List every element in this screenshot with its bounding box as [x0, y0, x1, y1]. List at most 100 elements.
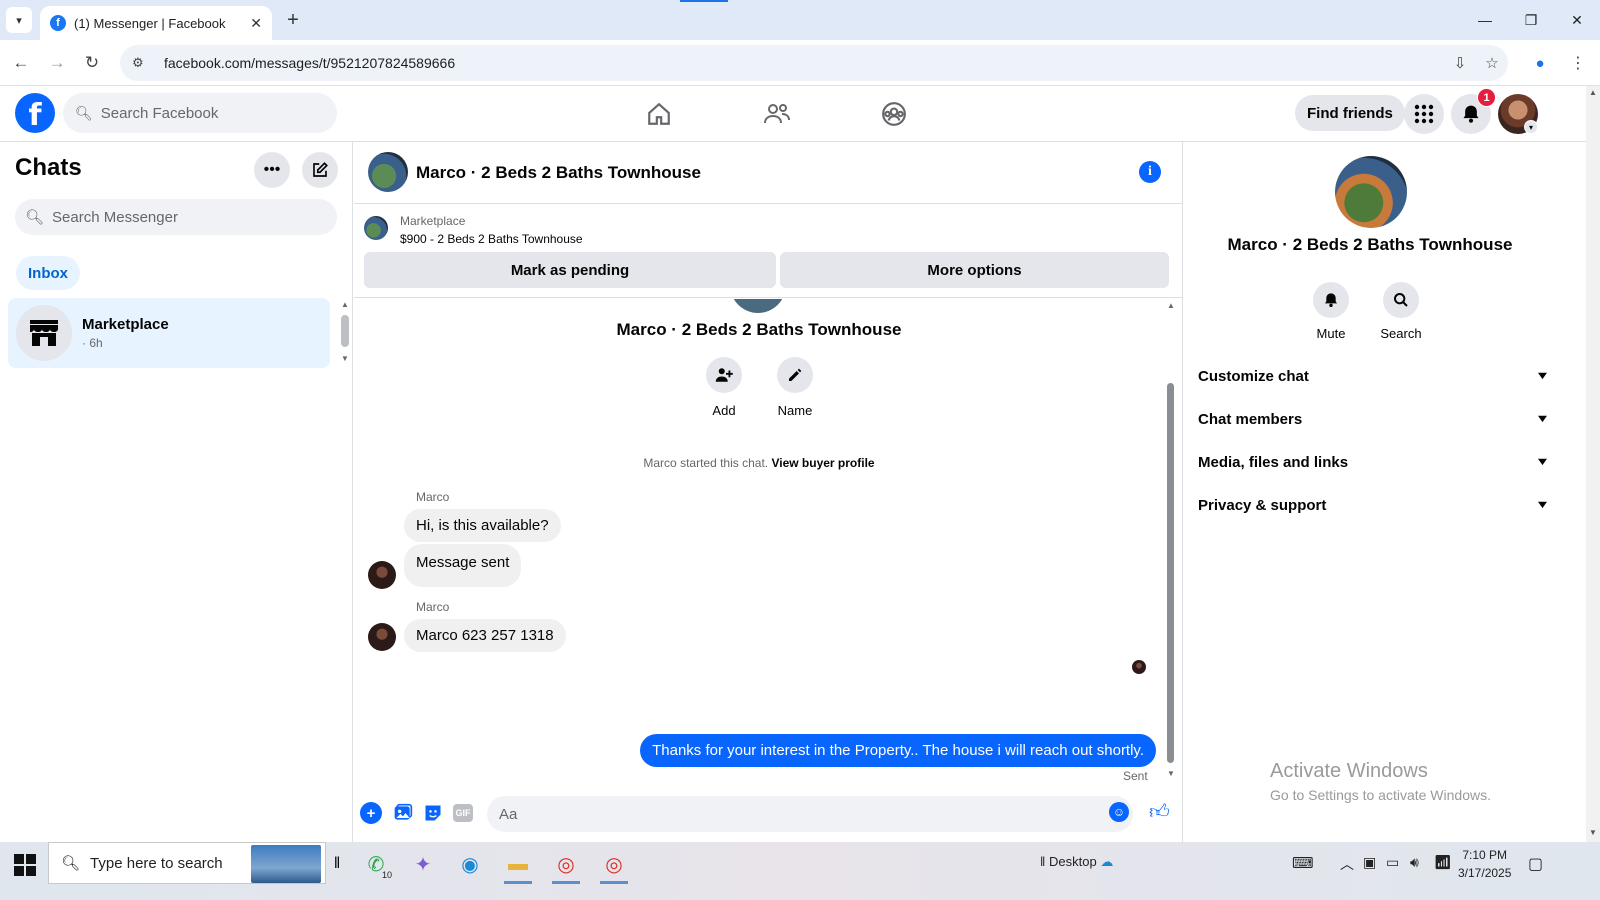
scroll-up-icon[interactable]: ▲ — [1589, 88, 1597, 97]
mute-button[interactable]: Mute — [1301, 282, 1361, 341]
taskbar-clock[interactable]: 7:10 PM 3/17/2025 — [1458, 846, 1511, 882]
sent-status: Sent — [1123, 769, 1148, 783]
message-sender: Marco — [416, 490, 450, 504]
tab-search-dropdown[interactable]: ▾ — [6, 7, 32, 33]
account-chevron-down-icon[interactable]: ▾ — [1524, 120, 1538, 134]
chrome-icon[interactable]: ◎ — [546, 846, 586, 884]
scroll-up-icon[interactable]: ▲ — [341, 300, 349, 309]
notification-badge: 1 — [1477, 88, 1496, 107]
more-options-button[interactable]: More options — [780, 252, 1169, 288]
view-buyer-profile-link[interactable]: View buyer profile — [771, 456, 874, 470]
browser-menu-icon[interactable]: ⋮ — [1568, 50, 1588, 76]
url-text[interactable]: facebook.com/messages/t/9521207824589666 — [164, 55, 1444, 71]
site-settings-icon[interactable]: ⚙ — [132, 55, 152, 71]
show-hidden-icons-icon[interactable]: ︿ — [1340, 854, 1354, 874]
facebook-logo-icon[interactable]: f — [15, 93, 55, 133]
windows-start-icon[interactable] — [14, 854, 36, 876]
section-label: Customize chat — [1198, 367, 1309, 385]
restore-icon[interactable]: ❐ — [1508, 0, 1554, 40]
close-window-icon[interactable]: ✕ — [1554, 0, 1600, 40]
browser-profile-icon[interactable]: ● — [1527, 50, 1553, 76]
address-bar[interactable]: ⚙ facebook.com/messages/t/95212078245896… — [120, 45, 1508, 81]
keyboard-icon[interactable]: ⌨ — [1292, 854, 1314, 872]
groups-icon[interactable] — [876, 96, 912, 132]
copilot-icon[interactable]: ✦ — [403, 846, 443, 882]
minimize-icon[interactable]: — — [1462, 0, 1508, 40]
search-in-chat-button[interactable]: Search — [1371, 282, 1431, 341]
info-icon[interactable]: i — [1139, 161, 1161, 183]
gif-icon[interactable]: GIF — [453, 804, 473, 822]
sender-avatar[interactable] — [368, 623, 396, 651]
install-app-icon[interactable]: ⇩ — [1444, 54, 1476, 72]
forward-arrow-icon[interactable]: → — [42, 48, 72, 78]
conversation-title[interactable]: Marco · 2 Beds 2 Baths Townhouse — [416, 163, 701, 183]
plus-icon[interactable]: + — [360, 802, 382, 824]
reload-icon[interactable]: ↻ — [77, 48, 107, 78]
new-message-icon[interactable] — [302, 152, 338, 188]
photo-icon[interactable] — [392, 802, 414, 824]
chat-members-section[interactable]: Chat members ▼ — [1198, 399, 1550, 439]
scroll-down-icon[interactable]: ▼ — [341, 354, 349, 363]
inbox-tab[interactable]: Inbox — [16, 256, 80, 290]
page-scrollbar[interactable]: ▲ ▼ — [1586, 86, 1600, 842]
scroll-thumb[interactable] — [1167, 383, 1174, 763]
menu-grid-icon[interactable] — [1404, 94, 1444, 134]
task-view-icon[interactable]: ‖ — [330, 846, 344, 882]
onedrive-icon[interactable]: ☁ — [1100, 854, 1113, 869]
find-friends-button[interactable]: Find friends — [1295, 95, 1405, 131]
message-bubble[interactable]: Hi, is this available? — [404, 509, 561, 542]
scroll-down-icon[interactable]: ▼ — [1589, 828, 1597, 837]
scroll-thumb[interactable] — [341, 315, 349, 347]
message-bubble[interactable]: Message sent — [404, 544, 522, 587]
listing-thumbnail[interactable] — [364, 216, 388, 240]
thumbs-up-icon[interactable]: 👍︎ — [1149, 800, 1170, 824]
meet-icon[interactable]: ▣ — [1363, 854, 1376, 871]
desktop-toolbar[interactable]: ‖ Desktop ☁ — [1040, 854, 1113, 870]
chats-scrollbar[interactable]: ▲ ▼ — [341, 300, 349, 364]
customize-chat-section[interactable]: Customize chat ▼ — [1198, 356, 1550, 396]
scroll-up-icon[interactable]: ▲ — [1167, 301, 1175, 310]
more-options-icon[interactable]: ••• — [254, 152, 290, 188]
marketplace-listing-bar: Marketplace $900 - 2 Beds 2 Baths Townho… — [354, 204, 1182, 298]
notifications-center-icon[interactable]: ▢ — [1528, 854, 1543, 874]
mute-label: Mute — [1316, 326, 1346, 341]
message-input[interactable]: Aa — [487, 796, 1133, 832]
close-tab-icon[interactable]: ✕ — [250, 15, 262, 32]
privacy-support-section[interactable]: Privacy & support ▼ — [1198, 485, 1550, 525]
mark-as-pending-button[interactable]: Mark as pending — [364, 252, 776, 288]
wifi-icon[interactable]: 📶︎ — [1434, 854, 1452, 871]
message-bubble[interactable]: Marco 623 257 1318 — [404, 619, 566, 652]
messenger-search-input[interactable]: 🔍︎ Search Messenger — [15, 199, 337, 235]
name-chat-button[interactable]: Name — [765, 357, 825, 418]
outgoing-message-bubble[interactable]: Thanks for your interest in the Property… — [640, 734, 1156, 767]
scroll-down-icon[interactable]: ▼ — [1167, 769, 1175, 778]
edge-icon[interactable]: ◉ — [450, 846, 490, 882]
friends-icon[interactable] — [759, 96, 795, 132]
listing-title[interactable]: $900 - 2 Beds 2 Baths Townhouse — [400, 232, 583, 246]
thread-scrollbar[interactable]: ▲ ▼ — [1166, 299, 1176, 783]
section-label: Privacy & support — [1198, 496, 1327, 514]
chrome-profile-icon[interactable]: ◎ — [594, 846, 634, 884]
taskbar-search-input[interactable]: 🔍︎ Type here to search — [48, 842, 326, 884]
clock-time: 7:10 PM — [1462, 848, 1508, 862]
facebook-search-input[interactable]: 🔍︎ Search Facebook — [63, 93, 337, 133]
new-tab-button[interactable]: + — [280, 7, 306, 33]
battery-icon[interactable]: ▭ — [1386, 854, 1399, 871]
volume-icon[interactable]: 🔊︎ — [1410, 854, 1419, 871]
media-files-links-section[interactable]: Media, files and links ▼ — [1198, 442, 1550, 482]
sender-avatar[interactable] — [368, 561, 396, 589]
whatsapp-icon[interactable]: ✆ 10 — [356, 846, 396, 882]
chat-list-item[interactable]: Marketplace · 6h — [8, 298, 330, 368]
message-thread: Marco · 2 Beds 2 Baths Townhouse Add Nam… — [354, 299, 1182, 783]
back-arrow-icon[interactable]: ← — [6, 48, 36, 78]
emoji-icon[interactable]: ☺ — [1109, 802, 1129, 822]
bookmark-star-icon[interactable]: ☆ — [1476, 54, 1508, 72]
add-people-button[interactable]: Add — [694, 357, 754, 418]
details-avatar[interactable] — [1335, 156, 1407, 228]
file-explorer-icon[interactable]: ▬ — [498, 846, 538, 884]
sticker-icon[interactable] — [422, 802, 444, 824]
facebook-header: f 🔍︎ Search Facebook Find friends 1 ▾ — [0, 86, 1586, 142]
browser-tab[interactable]: f (1) Messenger | Facebook ✕ — [40, 6, 272, 40]
home-icon[interactable] — [641, 96, 677, 132]
conversation-avatar[interactable] — [368, 152, 408, 192]
